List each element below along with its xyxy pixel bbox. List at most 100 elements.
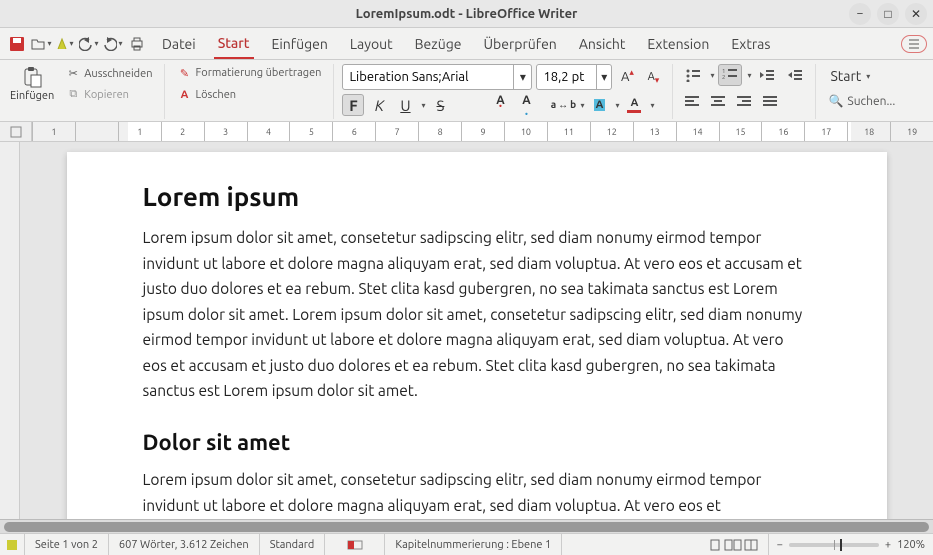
bullet-list-dropdown[interactable]: ▾	[710, 71, 714, 80]
indent-button[interactable]	[783, 64, 807, 86]
horizontal-ruler[interactable]: 112345678910111213141516171819	[32, 122, 933, 141]
char-spacing-button[interactable]: a↔b	[553, 94, 575, 116]
paragraph-group: ▾ 12 ▾	[681, 64, 816, 119]
font-color-button[interactable]: A	[623, 94, 645, 116]
ruler-tick	[75, 122, 118, 141]
vertical-ruler[interactable]	[0, 142, 20, 519]
ruler-tick: 5	[289, 122, 332, 141]
copy-icon: ⧉	[66, 88, 80, 102]
bold-button[interactable]: F	[342, 94, 364, 116]
shrink-font-button[interactable]: A▾	[642, 66, 664, 88]
char-spacing-dropdown[interactable]: ▾	[580, 101, 584, 110]
ruler-tick: 15	[719, 122, 762, 141]
copy-label: Kopieren	[84, 89, 129, 101]
menu-extension[interactable]: Extension	[643, 30, 713, 58]
highlight-color-dropdown[interactable]: ▾	[615, 101, 619, 110]
superscript-button[interactable]: A•	[489, 94, 511, 116]
close-button[interactable]: ✕	[905, 3, 927, 25]
font-color-dropdown[interactable]: ▾	[650, 101, 654, 110]
menu-ansicht[interactable]: Ansicht	[575, 30, 630, 58]
ruler-tick: 7	[375, 122, 418, 141]
status-save-icon[interactable]	[0, 534, 25, 555]
font-name-combo[interactable]: ▾	[342, 64, 532, 90]
menu-extras[interactable]: Extras	[727, 30, 774, 58]
work-area: Lorem ipsum Lorem ipsum dolor sit amet, …	[0, 142, 933, 519]
align-left-button[interactable]	[681, 90, 703, 112]
status-style[interactable]: Standard	[260, 534, 326, 555]
underline-button[interactable]: U	[394, 94, 416, 116]
menu-bezuege[interactable]: Bezüge	[411, 30, 466, 58]
maximize-button[interactable]: □	[877, 3, 899, 25]
single-page-icon[interactable]	[708, 539, 722, 551]
status-insert-mode[interactable]	[325, 534, 385, 555]
paste-label: Einfügen	[10, 90, 54, 102]
status-page[interactable]: Seite 1 von 2	[25, 534, 109, 555]
doc-paragraph-2[interactable]: Lorem ipsum dolor sit amet, consetetur s…	[143, 467, 811, 518]
align-justify-button[interactable]	[759, 90, 781, 112]
status-view-buttons[interactable]	[698, 534, 769, 555]
grow-font-button[interactable]: A▴	[616, 66, 638, 88]
font-size-dropdown[interactable]: ▾	[596, 65, 611, 89]
menubar-end	[901, 35, 927, 53]
status-outline[interactable]: Kapitelnummerierung : Ebene 1	[385, 534, 562, 555]
ruler-tick: 8	[418, 122, 461, 141]
redo-icon[interactable]: ▾	[102, 33, 124, 55]
document-page[interactable]: Lorem ipsum Lorem ipsum dolor sit amet, …	[67, 152, 887, 519]
zoom-percent[interactable]: 120%	[897, 539, 925, 551]
print-icon[interactable]	[126, 33, 148, 55]
style-dropdown-icon: ▾	[866, 72, 870, 81]
menu-einfuegen[interactable]: Einfügen	[268, 30, 332, 58]
align-right-button[interactable]	[733, 90, 755, 112]
save-icon[interactable]	[6, 33, 28, 55]
align-center-button[interactable]	[707, 90, 729, 112]
style-selector-label: Start	[830, 68, 861, 84]
doc-paragraph-1[interactable]: Lorem ipsum dolor sit amet, consetetur s…	[143, 225, 811, 404]
hamburger-icon[interactable]	[901, 35, 927, 53]
horizontal-scrollbar[interactable]	[0, 519, 933, 533]
zoom-slider[interactable]	[789, 543, 879, 547]
outdent-button[interactable]	[755, 64, 779, 86]
copy-button[interactable]: ⧉ Kopieren	[62, 86, 156, 104]
search-button[interactable]: 🔍 Suchen...	[824, 92, 899, 110]
subscript-button[interactable]: A•	[515, 94, 537, 116]
number-list-dropdown[interactable]: ▾	[747, 71, 751, 80]
number-list-button[interactable]: 12	[718, 64, 742, 86]
paste-button[interactable]: Einfügen	[6, 64, 58, 104]
undo-icon[interactable]: ▾	[78, 33, 100, 55]
font-name-input[interactable]	[343, 65, 513, 89]
font-size-combo[interactable]: ▾	[536, 64, 612, 90]
document-scroll[interactable]: Lorem ipsum Lorem ipsum dolor sit amet, …	[20, 142, 933, 519]
zoom-out-button[interactable]: −	[777, 539, 783, 551]
strike-button[interactable]: S	[429, 94, 451, 116]
style-selector[interactable]: Start ▾	[824, 64, 899, 88]
minimize-button[interactable]: −	[849, 3, 871, 25]
ruler-tick: 17	[804, 122, 847, 141]
highlight-icon[interactable]: ▾	[54, 33, 76, 55]
status-word-count[interactable]: 607 Wörter, 3.612 Zeichen	[109, 534, 260, 555]
multi-page-icon[interactable]	[724, 539, 742, 551]
highlight-color-button[interactable]: A	[588, 94, 610, 116]
scrollbar-thumb[interactable]	[4, 522, 929, 532]
menu-layout[interactable]: Layout	[346, 30, 397, 58]
bullet-list-button[interactable]	[681, 64, 705, 86]
zoom-in-button[interactable]: +	[885, 539, 891, 551]
menu-start[interactable]: Start	[214, 29, 254, 59]
open-icon[interactable]: ▾	[30, 33, 52, 55]
format-painter-button[interactable]: ✎ Formatierung übertragen	[173, 64, 325, 82]
doc-heading-2[interactable]: Dolor sit amet	[143, 430, 811, 455]
quick-access-toolbar: ▾ ▾ ▾ ▾	[6, 33, 148, 55]
book-view-icon[interactable]	[744, 539, 758, 551]
svg-text:2: 2	[722, 74, 725, 81]
menu-datei[interactable]: Datei	[158, 30, 200, 58]
clear-format-button[interactable]: A Löschen	[173, 86, 325, 104]
clear-icon: A	[177, 88, 191, 102]
italic-button[interactable]: K	[368, 94, 390, 116]
search-icon: 🔍	[828, 94, 843, 108]
menu-ueberpruefen[interactable]: Überprüfen	[479, 30, 560, 58]
underline-dropdown[interactable]: ▾	[421, 101, 425, 110]
cut-button[interactable]: ✂ Ausschneiden	[62, 65, 156, 83]
font-name-dropdown[interactable]: ▾	[513, 65, 531, 89]
search-label: Suchen...	[847, 95, 895, 108]
doc-heading-1[interactable]: Lorem ipsum	[143, 182, 811, 211]
font-size-input[interactable]	[537, 65, 596, 89]
